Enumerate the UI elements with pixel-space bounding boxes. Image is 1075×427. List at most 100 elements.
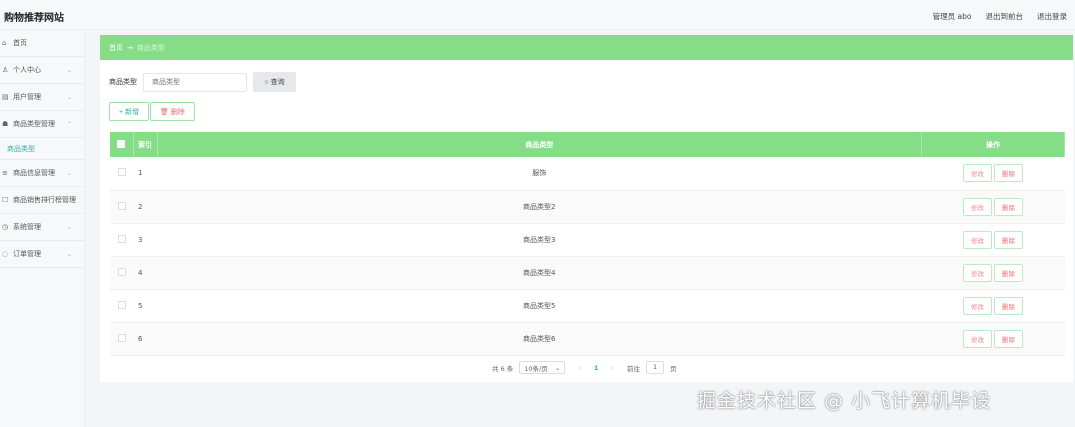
edit-button[interactable]: 修改 bbox=[963, 197, 992, 216]
chevron-down-icon: ⌄ bbox=[66, 223, 72, 231]
delete-button[interactable]: 删除 bbox=[994, 230, 1023, 249]
total-count: 共 6 条 bbox=[492, 364, 514, 373]
top-header: 购物推荐网站 管理员 abo 退出到前台 退出登录 bbox=[0, 0, 1075, 30]
sidebar-item-label: 系统管理 bbox=[13, 223, 41, 231]
category-icon: ☗ bbox=[2, 120, 9, 128]
chevron-up-icon: ⌃ bbox=[66, 120, 72, 128]
delete-label: 删除 bbox=[170, 108, 185, 116]
header-type: 商品类型 bbox=[157, 132, 922, 157]
sidebar-item[interactable]: ◷ 系统管理 ⌄ bbox=[0, 214, 84, 241]
sidebar-item[interactable]: ◌ 订单管理 ⌄ bbox=[0, 241, 84, 268]
chevron-down-icon: ⌄ bbox=[554, 363, 561, 372]
pagination: 共 6 条 10条/页 ⌄ ‹ 1 › 前往 1 页 bbox=[492, 361, 677, 374]
current-page[interactable]: 1 bbox=[594, 364, 599, 372]
sidebar-item-label: 商品类型管理 bbox=[13, 120, 55, 128]
search-button-label: 查询 bbox=[270, 79, 285, 86]
row-index: 1 bbox=[133, 157, 157, 191]
trash-icon: 🗑 bbox=[160, 108, 171, 116]
batch-delete-button[interactable]: 🗑 删除 bbox=[150, 102, 195, 121]
search-bar: 商品类型 ○ 查询 bbox=[109, 72, 296, 92]
chevron-down-icon: ⌄ bbox=[66, 250, 72, 258]
row-type: 商品类型5 bbox=[157, 289, 922, 323]
table-row: 3 商品类型3 修改 删除 bbox=[110, 223, 1065, 257]
delete-button[interactable]: 删除 bbox=[994, 263, 1023, 282]
home-icon: ⌂ bbox=[2, 39, 7, 47]
row-type: 商品类型4 bbox=[157, 256, 922, 290]
sidebar-item-label: 个人中心 bbox=[13, 66, 41, 74]
sidebar-item-label: 用户管理 bbox=[13, 93, 41, 101]
chevron-down-icon: ⌄ bbox=[66, 196, 72, 204]
page-size-select[interactable]: 10条/页 ⌄ bbox=[519, 361, 566, 374]
delete-button[interactable]: 删除 bbox=[994, 164, 1023, 183]
delete-button[interactable]: 删除 bbox=[994, 296, 1023, 315]
add-button[interactable]: + 新增 bbox=[109, 102, 150, 121]
sidebar-item[interactable]: ▤ 用户管理 ⌄ bbox=[0, 84, 84, 111]
goto-page-input[interactable]: 1 bbox=[646, 361, 665, 374]
users-icon: ▤ bbox=[2, 93, 9, 101]
main-panel: 首页 → 商品类型 商品类型 ○ 查询 + 新增 🗑 删除 索引 商品类型 操作… bbox=[100, 35, 1073, 382]
select-all-checkbox[interactable] bbox=[117, 139, 126, 148]
rank-icon: ☐ bbox=[2, 196, 9, 204]
page-unit: 页 bbox=[670, 364, 677, 373]
sidebar-item-label: 订单管理 bbox=[13, 250, 41, 258]
sidebar-item[interactable]: ≡ 商品信息管理 ⌄ bbox=[0, 160, 84, 187]
row-index: 2 bbox=[133, 190, 157, 224]
table-row: 6 商品类型6 修改 删除 bbox=[110, 322, 1065, 356]
logout-link[interactable]: 退出登录 bbox=[1037, 11, 1067, 22]
row-type: 商品类型6 bbox=[157, 322, 922, 356]
edit-button[interactable]: 修改 bbox=[963, 263, 992, 282]
sidebar-item[interactable]: ☗ 商品类型管理 ⌃ bbox=[0, 111, 84, 138]
delete-button[interactable]: 删除 bbox=[994, 197, 1023, 216]
table-row: 4 商品类型4 修改 删除 bbox=[110, 256, 1065, 290]
row-checkbox[interactable] bbox=[117, 333, 126, 342]
row-index: 4 bbox=[133, 256, 157, 290]
sidebar-item-label: 商品信息管理 bbox=[13, 169, 55, 177]
breadcrumb: 首页 → 商品类型 bbox=[100, 35, 1073, 60]
sidebar-item-label: 首页 bbox=[13, 39, 27, 47]
chevron-down-icon: ⌄ bbox=[66, 93, 72, 101]
row-checkbox[interactable] bbox=[117, 201, 126, 210]
admin-user: 管理员 abo bbox=[932, 12, 972, 21]
header-index: 索引 bbox=[133, 132, 158, 157]
user-icon: ♙ bbox=[2, 66, 9, 74]
row-type: 服饰 bbox=[157, 157, 922, 191]
site-title: 购物推荐网站 bbox=[4, 13, 64, 24]
prev-page-button[interactable]: ‹ bbox=[579, 364, 582, 372]
page-size-value: 10条/页 bbox=[524, 364, 548, 373]
order-icon: ◌ bbox=[2, 250, 9, 258]
row-checkbox[interactable] bbox=[117, 267, 126, 276]
sidebar-item[interactable]: ☐ 商品销售排行榜管理 ⌄ bbox=[0, 187, 84, 214]
category-table: 索引 商品类型 操作 1 服饰 修改 删除 2 商品类型2 修改 删除 3 商品类型… bbox=[110, 132, 1065, 356]
breadcrumb-arrow: → bbox=[127, 43, 133, 52]
chevron-down-icon: ⌄ bbox=[66, 169, 72, 177]
table-row: 1 服饰 修改 删除 bbox=[110, 157, 1065, 191]
chevron-down-icon: ⌄ bbox=[66, 66, 72, 74]
row-checkbox[interactable] bbox=[117, 300, 126, 309]
row-checkbox[interactable] bbox=[117, 234, 126, 243]
watermark: 掘金技术社区 @ 小飞计算机毕设 bbox=[697, 390, 992, 412]
breadcrumb-current: 商品类型 bbox=[136, 43, 165, 52]
edit-button[interactable]: 修改 bbox=[963, 296, 992, 315]
sidebar-item[interactable]: ⌂ 首页 bbox=[0, 30, 84, 57]
header-actions: 操作 bbox=[921, 132, 1065, 157]
next-page-button[interactable]: › bbox=[610, 364, 613, 372]
goto-label: 前往 bbox=[627, 364, 641, 373]
list-icon: ≡ bbox=[2, 169, 8, 177]
search-input[interactable] bbox=[143, 72, 247, 92]
delete-button[interactable]: 删除 bbox=[994, 329, 1023, 348]
edit-button[interactable]: 修改 bbox=[963, 164, 992, 183]
search-label: 商品类型 bbox=[109, 78, 137, 86]
edit-button[interactable]: 修改 bbox=[963, 329, 992, 348]
row-index: 6 bbox=[133, 322, 157, 356]
front-link[interactable]: 退出到前台 bbox=[986, 11, 1024, 22]
row-index: 3 bbox=[133, 223, 157, 257]
sidebar-item[interactable]: ♙ 个人中心 ⌄ bbox=[0, 57, 84, 84]
table-row: 2 商品类型2 修改 删除 bbox=[110, 190, 1065, 224]
breadcrumb-home[interactable]: 首页 bbox=[109, 43, 123, 53]
search-button[interactable]: ○ 查询 bbox=[253, 72, 296, 92]
sidebar-subitem-category[interactable]: 商品类型 bbox=[0, 138, 84, 160]
row-type: 商品类型2 bbox=[157, 190, 922, 224]
edit-button[interactable]: 修改 bbox=[963, 230, 992, 249]
row-checkbox[interactable] bbox=[117, 168, 126, 177]
row-index: 5 bbox=[133, 289, 157, 323]
